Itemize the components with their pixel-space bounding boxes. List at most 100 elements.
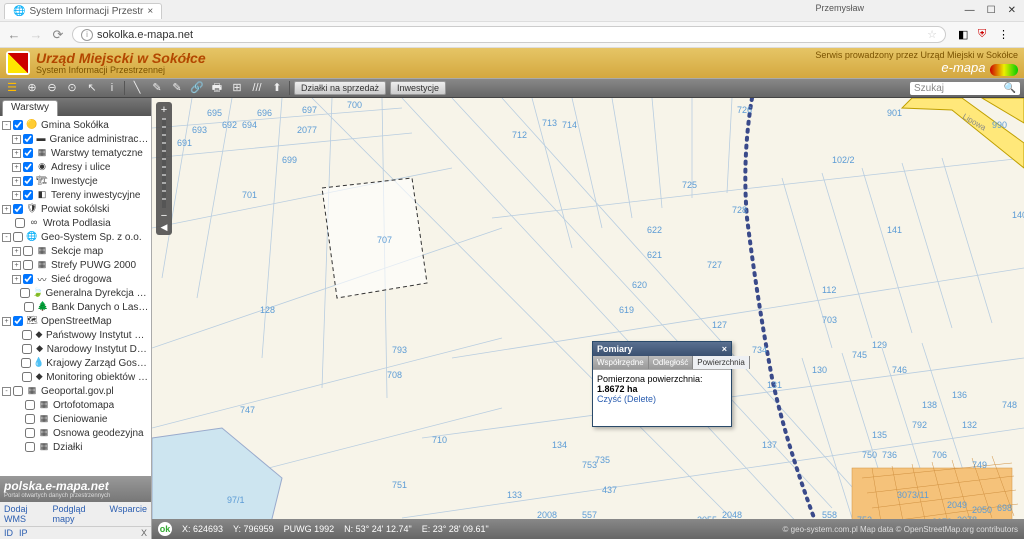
zoom-out-icon[interactable]: ⊖ bbox=[44, 80, 60, 96]
layer-item[interactable]: +〰Sieć drogowa bbox=[2, 272, 149, 286]
layer-checkbox[interactable] bbox=[13, 232, 23, 242]
zoom-extent-icon[interactable]: ⊙ bbox=[64, 80, 80, 96]
layer-item[interactable]: ◆Narodowy Instytut Dziedzictwa bbox=[2, 342, 149, 356]
layer-item[interactable]: 🌲Bank Danych o Lasach bbox=[2, 300, 149, 314]
layer-checkbox[interactable] bbox=[13, 120, 23, 130]
layer-checkbox[interactable] bbox=[13, 386, 23, 396]
sales-button[interactable]: Działki na sprzedaż bbox=[294, 81, 386, 95]
zoom-out-button[interactable]: − bbox=[158, 210, 170, 222]
close-sidebar-icon[interactable]: X bbox=[141, 528, 147, 538]
layer-checkbox[interactable] bbox=[23, 176, 33, 186]
zoom-in-button[interactable]: + bbox=[158, 104, 170, 116]
link-support[interactable]: Wsparcie bbox=[109, 504, 147, 524]
pointer-icon[interactable]: ↖ bbox=[84, 80, 100, 96]
link-add-wms[interactable]: Dodaj WMS bbox=[4, 504, 47, 524]
layer-item[interactable]: -🟡Gmina Sokółka bbox=[2, 118, 149, 132]
layer-item[interactable]: +🗺OpenStreetMap bbox=[2, 314, 149, 328]
expand-icon[interactable]: + bbox=[12, 177, 21, 186]
layer-checkbox[interactable] bbox=[23, 260, 33, 270]
expand-icon[interactable]: + bbox=[2, 205, 11, 214]
expand-icon[interactable]: - bbox=[2, 387, 11, 396]
layer-checkbox[interactable] bbox=[22, 344, 32, 354]
collapse-slider-icon[interactable]: ◀ bbox=[158, 222, 170, 233]
expand-icon[interactable]: + bbox=[12, 135, 21, 144]
ruler-icon[interactable]: /// bbox=[249, 80, 265, 96]
layer-checkbox[interactable] bbox=[13, 316, 23, 326]
clear-link[interactable]: Czyść (Delete) bbox=[597, 394, 656, 404]
info-icon[interactable]: i bbox=[104, 80, 120, 96]
expand-icon[interactable]: - bbox=[2, 233, 11, 242]
layer-tree[interactable]: -🟡Gmina Sokółka+▬Granice administracyjne… bbox=[0, 116, 151, 476]
nav-back-icon[interactable]: ← bbox=[6, 27, 22, 43]
layer-item[interactable]: +▦Warstwy tematyczne bbox=[2, 146, 149, 160]
layer-checkbox[interactable] bbox=[23, 162, 33, 172]
marker-icon[interactable]: ⬆ bbox=[269, 80, 285, 96]
print-icon[interactable]: 🖶 bbox=[209, 80, 225, 96]
bookmark-star-icon[interactable]: ☆ bbox=[927, 28, 937, 41]
layer-item[interactable]: +🏗Inwestycje bbox=[2, 174, 149, 188]
layers-icon[interactable]: ☰ bbox=[4, 80, 20, 96]
layer-item[interactable]: ▦Ortofotomapa bbox=[2, 398, 149, 412]
tab-layers[interactable]: Warstwy bbox=[2, 100, 58, 116]
search-input[interactable]: Szukaj 🔍 bbox=[910, 82, 1020, 95]
extension-icon[interactable]: ◧ bbox=[958, 28, 972, 42]
layer-checkbox[interactable] bbox=[21, 358, 31, 368]
layer-checkbox[interactable] bbox=[23, 134, 33, 144]
layer-checkbox[interactable] bbox=[25, 414, 35, 424]
layer-checkbox[interactable] bbox=[23, 148, 33, 158]
layer-item[interactable]: ▦Osnowa geodezyjna bbox=[2, 426, 149, 440]
expand-icon[interactable]: + bbox=[12, 261, 21, 270]
expand-icon[interactable]: + bbox=[12, 247, 21, 256]
layer-item[interactable]: ∞Wrota Podlasia bbox=[2, 216, 149, 230]
draw-icon[interactable]: ✎ bbox=[149, 80, 165, 96]
link-icon[interactable]: 🔗 bbox=[189, 80, 205, 96]
expand-icon[interactable]: + bbox=[12, 191, 21, 200]
sidebar-footer-logo[interactable]: polska.e-mapa.net Portal otwartych danyc… bbox=[0, 476, 151, 502]
tab-coords[interactable]: Współrzędne bbox=[593, 356, 649, 369]
expand-icon[interactable]: + bbox=[12, 163, 21, 172]
layer-checkbox[interactable] bbox=[24, 302, 34, 312]
close-tab-icon[interactable]: × bbox=[147, 6, 153, 17]
browser-tab[interactable]: 🌐 System Informacji Przestr × bbox=[4, 3, 162, 19]
layer-checkbox[interactable] bbox=[23, 190, 33, 200]
layer-item[interactable]: +◧Tereny inwestycyjne bbox=[2, 188, 149, 202]
menu-icon[interactable]: ⋮ bbox=[998, 28, 1012, 42]
layer-item[interactable]: +🛡Powiat sokólski bbox=[2, 202, 149, 216]
expand-icon[interactable]: + bbox=[12, 149, 21, 158]
tab-area[interactable]: Powierzchnia bbox=[693, 356, 750, 369]
layer-item[interactable]: -▦Geoportal.gov.pl bbox=[2, 384, 149, 398]
layer-item[interactable]: -🌐Geo-System Sp. z o.o. bbox=[2, 230, 149, 244]
layer-item[interactable]: +▦Sekcje map bbox=[2, 244, 149, 258]
expand-icon[interactable]: - bbox=[2, 121, 11, 130]
window-close[interactable]: ✕ bbox=[1008, 5, 1016, 16]
layer-item[interactable]: ◆Państwowy Instytut Geologiczny bbox=[2, 328, 149, 342]
grid-icon[interactable]: ⊞ bbox=[229, 80, 245, 96]
map-canvas[interactable]: + − ◀ bbox=[152, 98, 1024, 539]
layer-checkbox[interactable] bbox=[23, 274, 33, 284]
link-preview[interactable]: Podgląd mapy bbox=[53, 504, 104, 524]
dialog-close-icon[interactable]: × bbox=[722, 344, 727, 354]
window-maximize[interactable]: ☐ bbox=[987, 5, 996, 16]
url-input[interactable]: i sokolka.e-mapa.net ☆ bbox=[72, 26, 946, 43]
expand-icon[interactable]: + bbox=[12, 275, 21, 284]
layer-item[interactable]: +▦Strefy PUWG 2000 bbox=[2, 258, 149, 272]
link-ip[interactable]: IP bbox=[19, 528, 28, 538]
site-info-icon[interactable]: i bbox=[81, 29, 93, 41]
layer-checkbox[interactable] bbox=[22, 330, 32, 340]
zoom-track[interactable] bbox=[162, 118, 166, 208]
layer-checkbox[interactable] bbox=[25, 400, 35, 410]
invest-button[interactable]: Inwestycje bbox=[390, 81, 446, 95]
nav-reload-icon[interactable]: ⟳ bbox=[50, 27, 66, 43]
dialog-titlebar[interactable]: Pomiary × bbox=[593, 342, 731, 356]
layer-checkbox[interactable] bbox=[25, 442, 35, 452]
layer-checkbox[interactable] bbox=[13, 204, 23, 214]
link-id[interactable]: ID bbox=[4, 528, 13, 538]
layer-checkbox[interactable] bbox=[23, 246, 33, 256]
zoom-slider[interactable]: + − ◀ bbox=[156, 102, 172, 235]
layer-item[interactable]: +▬Granice administracyjne bbox=[2, 132, 149, 146]
layer-item[interactable]: ▦Cieniowanie bbox=[2, 412, 149, 426]
measure-icon[interactable]: ╲ bbox=[129, 80, 145, 96]
layer-item[interactable]: 🍃Generalna Dyrekcja Ochrony Środowiska bbox=[2, 286, 149, 300]
layer-item[interactable]: ▦Działki bbox=[2, 440, 149, 454]
layer-checkbox[interactable] bbox=[15, 218, 25, 228]
